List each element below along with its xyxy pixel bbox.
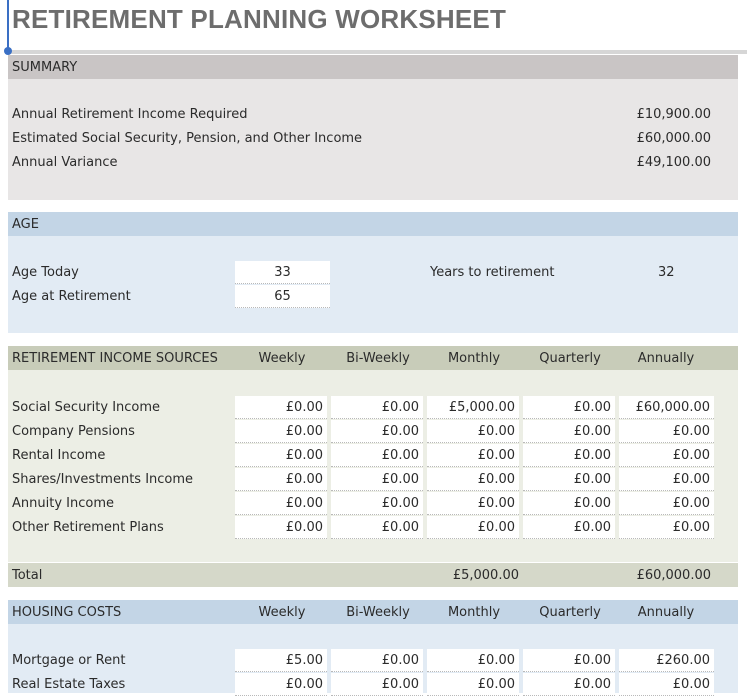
age-today-input[interactable]: 33 <box>235 261 330 284</box>
summary-label-required: Annual Retirement Income Required <box>12 107 248 122</box>
housing-row-label: Mortgage or Rent <box>12 653 126 668</box>
income-col-annually: Annually <box>637 351 695 366</box>
housing-header: HOUSING COSTS Weekly Bi-Weekly Monthly Q… <box>8 600 738 624</box>
summary-section: Annual Retirement Income Required £10,90… <box>8 79 738 200</box>
years-to-retirement-label: Years to retirement <box>430 265 555 280</box>
income-cell-weekly[interactable]: £0.00 <box>235 420 327 443</box>
income-cell-weekly[interactable]: £0.00 <box>235 396 327 419</box>
income-total-monthly[interactable]: £5,000.00 <box>428 568 519 583</box>
income-col-monthly: Monthly <box>447 351 501 366</box>
income-cell-annually[interactable]: £0.00 <box>619 444 714 467</box>
income-total-row: Total £5,000.00 £60,000.00 <box>8 563 738 587</box>
income-header: RETIREMENT INCOME SOURCES Weekly Bi-Week… <box>8 346 738 370</box>
age-retirement-label: Age at Retirement <box>12 289 131 304</box>
income-cell-annually[interactable]: £0.00 <box>619 468 714 491</box>
housing-header-label: HOUSING COSTS <box>12 605 122 620</box>
summary-value-variance[interactable]: £49,100.00 <box>637 155 711 170</box>
income-cell-quarterly[interactable]: £0.00 <box>523 444 615 467</box>
income-cell-monthly[interactable]: £5,000.00 <box>427 396 519 419</box>
housing-cell-quarterly[interactable]: £0.00 <box>523 649 615 672</box>
income-cell-annually[interactable]: £0.00 <box>619 492 714 515</box>
income-cell-monthly[interactable]: £0.00 <box>427 516 519 539</box>
income-header-label: RETIREMENT INCOME SOURCES <box>12 351 218 366</box>
age-header-label: AGE <box>12 217 39 232</box>
housing-cell-weekly[interactable]: £5.00 <box>235 649 327 672</box>
housing-col-annually: Annually <box>637 605 695 620</box>
income-row-label: Rental Income <box>12 448 106 463</box>
income-cell-bi-weekly[interactable]: £0.00 <box>331 468 423 491</box>
income-section: Social Security Income £0.00 £0.00 £5,000.0… <box>8 370 738 562</box>
income-row-label: Social Security Income <box>12 400 161 415</box>
income-cell-quarterly[interactable]: £0.00 <box>523 396 615 419</box>
income-total-annually[interactable]: £60,000.00 <box>620 568 711 583</box>
income-cell-monthly[interactable]: £0.00 <box>427 468 519 491</box>
income-cell-monthly[interactable]: £0.00 <box>427 444 519 467</box>
housing-col-quarterly: Quarterly <box>539 605 601 620</box>
income-cell-quarterly[interactable]: £0.00 <box>523 468 615 491</box>
income-cell-monthly[interactable]: £0.00 <box>427 420 519 443</box>
income-cell-quarterly[interactable]: £0.00 <box>523 516 615 539</box>
summary-header-label: SUMMARY <box>12 60 78 75</box>
title-underline <box>8 50 747 54</box>
income-cell-bi-weekly[interactable]: £0.00 <box>331 420 423 443</box>
income-col-quarterly: Quarterly <box>539 351 601 366</box>
income-row-label: Company Pensions <box>12 424 135 439</box>
cell-selection-line <box>7 0 9 50</box>
income-cell-quarterly[interactable]: £0.00 <box>523 420 615 443</box>
income-col-weekly: Weekly <box>258 351 306 366</box>
summary-header: SUMMARY <box>8 55 738 79</box>
worksheet-title: RETIREMENT PLANNING WORKSHEET <box>12 4 507 34</box>
age-today-label: Age Today <box>12 265 79 280</box>
summary-value-income[interactable]: £60,000.00 <box>637 131 711 146</box>
housing-cell-monthly[interactable]: £0.00 <box>427 649 519 672</box>
income-row-label: Shares/Investments Income <box>12 472 194 487</box>
housing-col-weekly: Weekly <box>258 605 306 620</box>
summary-value-required[interactable]: £10,900.00 <box>637 107 711 122</box>
age-retirement-input[interactable]: 65 <box>235 285 330 308</box>
income-cell-annually[interactable]: £0.00 <box>619 420 714 443</box>
age-header: AGE <box>8 212 738 236</box>
income-row-label: Other Retirement Plans <box>12 520 164 535</box>
income-cell-bi-weekly[interactable]: £0.00 <box>331 444 423 467</box>
income-cell-weekly[interactable]: £0.00 <box>235 516 327 539</box>
housing-cell-bi-weekly[interactable]: £0.00 <box>331 649 423 672</box>
income-cell-annually[interactable]: £0.00 <box>619 516 714 539</box>
income-cell-quarterly[interactable]: £0.00 <box>523 492 615 515</box>
income-cell-bi-weekly[interactable]: £0.00 <box>331 516 423 539</box>
income-cell-monthly[interactable]: £0.00 <box>427 492 519 515</box>
income-cell-annually[interactable]: £60,000.00 <box>619 396 714 419</box>
summary-label-variance: Annual Variance <box>12 155 118 170</box>
summary-label-income: Estimated Social Security, Pension, and … <box>12 131 363 146</box>
income-cell-bi-weekly[interactable]: £0.00 <box>331 492 423 515</box>
housing-col-monthly: Monthly <box>447 605 501 620</box>
income-row-label: Annuity Income <box>12 496 114 511</box>
income-cell-weekly[interactable]: £0.00 <box>235 468 327 491</box>
housing-cell-annually[interactable]: £260.00 <box>619 649 714 672</box>
years-to-retirement-value[interactable]: 32 <box>658 261 675 284</box>
age-section: Age Today 33 Age at Retirement 65 Years … <box>8 236 738 333</box>
income-cell-bi-weekly[interactable]: £0.00 <box>331 396 423 419</box>
income-cell-weekly[interactable]: £0.00 <box>235 444 327 467</box>
income-total-label: Total <box>12 568 43 583</box>
income-cell-weekly[interactable]: £0.00 <box>235 492 327 515</box>
income-col-biweekly: Bi-Weekly <box>346 351 410 366</box>
housing-col-biweekly: Bi-Weekly <box>346 605 410 620</box>
housing-section: Mortgage or Rent £5.00 £0.00 £0.00 £0.00 £260… <box>8 624 738 696</box>
selection-handle[interactable] <box>4 47 12 55</box>
